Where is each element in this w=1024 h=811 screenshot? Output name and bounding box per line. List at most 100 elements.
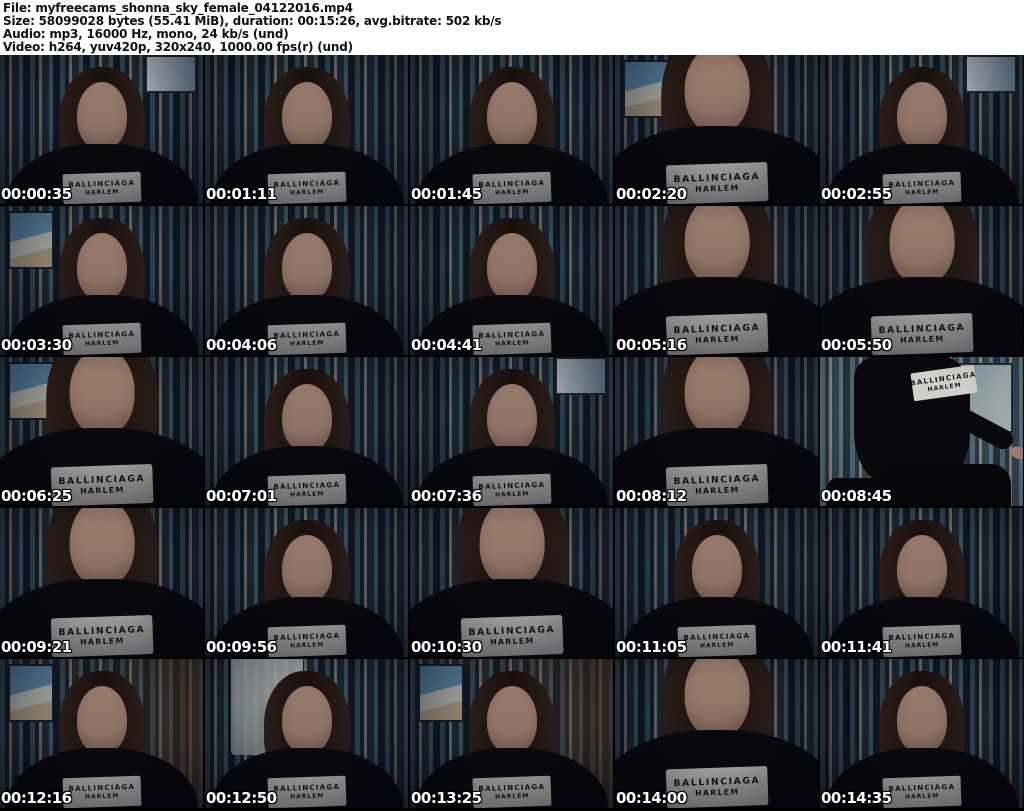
thumbnail-cell: BALLINCIAGA HARLEM BALLINCIAGA HARLEM 00… bbox=[0, 357, 203, 506]
face bbox=[684, 55, 749, 134]
video-frame-thumbnail: BALLINCIAGA HARLEM BALLINCIAGA HARLEM 00… bbox=[410, 55, 613, 204]
video-frame-thumbnail: BALLINCIAGA HARLEM BALLINCIAGA HARLEM 00… bbox=[820, 55, 1023, 204]
person-silhouette: BALLINCIAGA HARLEM bbox=[205, 357, 408, 506]
thumbnail-timestamp: 00:05:16 bbox=[616, 336, 687, 354]
thumbnail-cell: BALLINCIAGA HARLEM BALLINCIAGA HARLEM 00… bbox=[205, 357, 408, 506]
face bbox=[281, 686, 332, 754]
clothing-label-line2: HARLEM bbox=[289, 339, 324, 348]
person-silhouette: BALLINCIAGA HARLEM bbox=[0, 55, 203, 204]
thumbnail-cell: BALLINCIAGA HARLEM BALLINCIAGA HARLEM 00… bbox=[410, 55, 613, 204]
clothing-label-line2: HARLEM bbox=[84, 188, 119, 197]
person-silhouette: BALLINCIAGA HARLEM bbox=[615, 55, 818, 204]
thumbnail-cell: BALLINCIAGA HARLEM BALLINCIAGA HARLEM 00… bbox=[205, 55, 408, 204]
clothing-tag: BALLINCIAGA HARLEM bbox=[267, 775, 346, 808]
thumbnail-cell: BALLINCIAGA HARLEM BALLINCIAGA HARLEM 00… bbox=[820, 357, 1023, 506]
face bbox=[684, 659, 749, 738]
video-frame-thumbnail: BALLINCIAGA HARLEM BALLINCIAGA HARLEM 00… bbox=[0, 55, 203, 204]
video-frame-thumbnail: BALLINCIAGA HARLEM BALLINCIAGA HARLEM 00… bbox=[0, 508, 203, 657]
face bbox=[889, 206, 954, 285]
video-frame-thumbnail: BALLINCIAGA HARLEM BALLINCIAGA HARLEM 00… bbox=[0, 659, 203, 808]
clothing-label-line1: BALLINCIAGA bbox=[477, 480, 545, 492]
video-frame-thumbnail: BALLINCIAGA HARLEM BALLINCIAGA HARLEM 00… bbox=[820, 508, 1023, 657]
face bbox=[896, 82, 947, 150]
video-frame-thumbnail: BALLINCIAGA HARLEM BALLINCIAGA HARLEM 00… bbox=[410, 659, 613, 808]
video-frame-thumbnail: BALLINCIAGA HARLEM BALLINCIAGA HARLEM 00… bbox=[615, 55, 818, 204]
thumbnail-timestamp: 00:09:21 bbox=[1, 638, 72, 656]
clothing-tag: BALLINCIAGA HARLEM bbox=[472, 171, 551, 204]
person-silhouette: BALLINCIAGA HARLEM bbox=[615, 206, 818, 355]
clothing-label-line2: HARLEM bbox=[494, 792, 529, 801]
person-silhouette: BALLINCIAGA HARLEM bbox=[410, 508, 613, 657]
clothing-label-line1: BALLINCIAGA bbox=[887, 631, 955, 643]
standing-figure: BALLINCIAGA HARLEM bbox=[820, 357, 1023, 506]
thumbnail-timestamp: 00:03:30 bbox=[1, 336, 72, 354]
thumbnail-timestamp: 00:01:45 bbox=[411, 185, 482, 203]
thumbnail-cell: BALLINCIAGA HARLEM BALLINCIAGA HARLEM 00… bbox=[615, 659, 818, 808]
person-silhouette: BALLINCIAGA HARLEM bbox=[205, 206, 408, 355]
clothing-label-line2: HARLEM bbox=[899, 334, 945, 346]
clothing-label-line1: BALLINCIAGA bbox=[672, 171, 760, 185]
clothing-tag: BALLINCIAGA HARLEM bbox=[472, 473, 551, 506]
clothing-label-line2: HARLEM bbox=[904, 641, 939, 650]
face bbox=[281, 535, 332, 603]
face bbox=[69, 508, 134, 587]
clothing-label-line1: BALLINCIAGA bbox=[477, 329, 545, 341]
file-metadata-header: File: myfreecams_shonna_sky_female_04122… bbox=[0, 0, 1024, 55]
face bbox=[76, 82, 127, 150]
person-silhouette: BALLINCIAGA HARLEM bbox=[820, 55, 1023, 204]
thumbnail-cell: BALLINCIAGA HARLEM BALLINCIAGA HARLEM 00… bbox=[820, 508, 1023, 657]
face bbox=[281, 384, 332, 452]
thumbnail-cell: BALLINCIAGA HARLEM BALLINCIAGA HARLEM 00… bbox=[410, 659, 613, 808]
clothing-label-line1: BALLINCIAGA bbox=[682, 631, 750, 643]
video-frame-thumbnail: BALLINCIAGA HARLEM BALLINCIAGA HARLEM 00… bbox=[615, 206, 818, 355]
clothing-label-line1: BALLINCIAGA bbox=[272, 631, 340, 643]
thumbnail-cell: BALLINCIAGA HARLEM BALLINCIAGA HARLEM 00… bbox=[0, 55, 203, 204]
face bbox=[69, 357, 134, 436]
video-frame-thumbnail: BALLINCIAGA HARLEM BALLINCIAGA HARLEM 00… bbox=[205, 508, 408, 657]
video-frame-thumbnail: BALLINCIAGA HARLEM BALLINCIAGA HARLEM 00… bbox=[0, 357, 203, 506]
clothing-label-line2: HARLEM bbox=[79, 636, 125, 648]
clothing-tag: BALLINCIAGA HARLEM bbox=[882, 775, 961, 808]
clothing-label-line1: BALLINCIAGA bbox=[887, 178, 955, 190]
video-frame-thumbnail: BALLINCIAGA HARLEM BALLINCIAGA HARLEM 00… bbox=[410, 206, 613, 355]
clothing-tag: BALLINCIAGA HARLEM bbox=[472, 775, 551, 808]
face bbox=[479, 508, 544, 587]
face bbox=[486, 233, 537, 301]
thumbnail-timestamp: 00:14:35 bbox=[821, 789, 892, 807]
thumbnail-timestamp: 00:00:35 bbox=[1, 185, 72, 203]
person-silhouette: BALLINCIAGA HARLEM bbox=[615, 659, 818, 808]
thumbnail-cell: BALLINCIAGA HARLEM BALLINCIAGA HARLEM 00… bbox=[615, 508, 818, 657]
face bbox=[486, 686, 537, 754]
face bbox=[281, 82, 332, 150]
thumbnail-timestamp: 00:07:01 bbox=[206, 487, 277, 505]
face bbox=[896, 535, 947, 603]
person-silhouette: BALLINCIAGA HARLEM bbox=[0, 659, 203, 808]
thumbnail-cell: BALLINCIAGA HARLEM BALLINCIAGA HARLEM 00… bbox=[0, 659, 203, 808]
video-frame-thumbnail: BALLINCIAGA HARLEM BALLINCIAGA HARLEM 00… bbox=[820, 206, 1023, 355]
person-silhouette: BALLINCIAGA HARLEM bbox=[615, 357, 818, 506]
clothing-label-line2: HARLEM bbox=[289, 490, 324, 499]
person-silhouette: BALLINCIAGA HARLEM bbox=[0, 357, 203, 506]
person-silhouette: BALLINCIAGA HARLEM bbox=[205, 55, 408, 204]
thumbnail-timestamp: 00:13:25 bbox=[411, 789, 482, 807]
person-silhouette: BALLINCIAGA HARLEM bbox=[615, 508, 818, 657]
clothing-label-line2: HARLEM bbox=[494, 188, 529, 197]
face bbox=[486, 384, 537, 452]
clothing-tag: BALLINCIAGA HARLEM bbox=[62, 775, 141, 808]
clothing-label-line2: HARLEM bbox=[79, 485, 125, 497]
video-frame-thumbnail: BALLINCIAGA HARLEM BALLINCIAGA HARLEM 00… bbox=[205, 659, 408, 808]
clothing-tag: BALLINCIAGA HARLEM bbox=[677, 624, 756, 657]
clothing-label-line2: HARLEM bbox=[84, 339, 119, 348]
video-info-line: Video: h264, yuv420p, 320x240, 1000.00 f… bbox=[3, 40, 353, 54]
thumbnail-timestamp: 00:11:41 bbox=[821, 638, 892, 656]
clothing-label-line2: HARLEM bbox=[289, 792, 324, 801]
thumbnail-cell: BALLINCIAGA HARLEM BALLINCIAGA HARLEM 00… bbox=[205, 659, 408, 808]
person-silhouette: BALLINCIAGA HARLEM bbox=[820, 508, 1023, 657]
face bbox=[684, 357, 749, 436]
thumbnail-cell: BALLINCIAGA HARLEM BALLINCIAGA HARLEM 00… bbox=[615, 55, 818, 204]
video-frame-thumbnail: BALLINCIAGA HARLEM BALLINCIAGA HARLEM 00… bbox=[820, 357, 1023, 506]
face bbox=[281, 233, 332, 301]
clothing-label-line2: HARLEM bbox=[489, 636, 535, 648]
clothing-label-line1: BALLINCIAGA bbox=[672, 473, 760, 487]
clothing-tag: BALLINCIAGA HARLEM bbox=[62, 171, 141, 204]
